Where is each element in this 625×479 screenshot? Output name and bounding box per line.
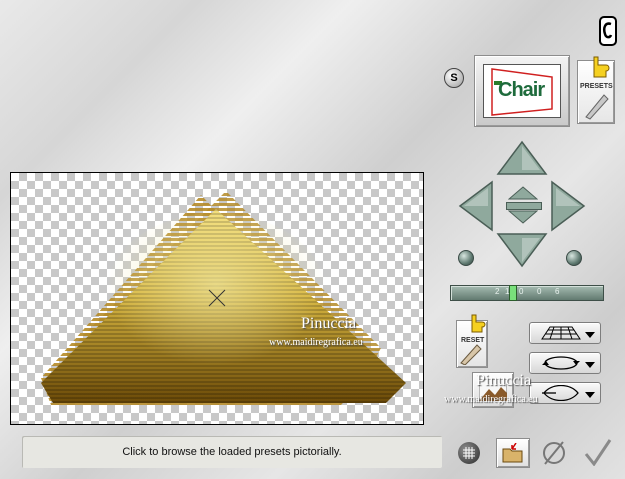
arrow-up-icon[interactable] <box>496 140 548 176</box>
flip-arrow-icon <box>542 385 579 401</box>
preset-thumbnail-frame: Chair <box>483 64 561 118</box>
cancel-icon[interactable] <box>541 440 567 466</box>
perspective-grid-icon <box>541 326 581 340</box>
preview-canvas[interactable]: Pinuccia www.maidiregrafica.eu <box>10 172 424 425</box>
arrow-right-icon[interactable] <box>550 180 586 232</box>
center-up-small-icon[interactable] <box>508 186 538 200</box>
preset-thumbnail-button[interactable]: Chair <box>474 55 570 127</box>
golden-pyramid-graphic <box>41 191 406 405</box>
watermark-url-2: www.maidiregrafica.eu <box>444 394 538 405</box>
grid-mode-dropdown[interactable] <box>529 322 601 344</box>
zoom-tick-4: 0 <box>537 287 542 296</box>
watermark-url: www.maidiregrafica.eu <box>269 337 363 348</box>
reset-button[interactable]: RESET <box>456 314 488 368</box>
pencil-eraser-icon <box>460 344 482 365</box>
rotate-ccw-icon[interactable] <box>458 250 474 266</box>
arrow-left-icon[interactable] <box>458 180 494 232</box>
preset-s-button[interactable]: S <box>444 68 464 88</box>
zoom-tick-1: 2 <box>495 287 500 296</box>
arrow-down-icon[interactable] <box>496 232 548 268</box>
rotate-cw-icon[interactable] <box>566 250 582 266</box>
folder-open-icon[interactable] <box>496 438 530 468</box>
center-bar-icon[interactable] <box>506 202 542 210</box>
checkmark-icon[interactable] <box>584 438 612 467</box>
s-label: S <box>450 72 458 84</box>
watermark-name: Pinuccia <box>301 315 357 332</box>
status-bar: Click to browse the loaded presets picto… <box>22 436 442 468</box>
chevron-down-icon <box>585 332 595 338</box>
chevron-down-icon <box>585 362 595 368</box>
rotate-mode-dropdown[interactable] <box>529 352 601 374</box>
pointing-hand-icon <box>593 56 610 78</box>
copyright-ear-icon[interactable] <box>599 16 617 46</box>
zoom-tick-3: 0 <box>519 287 524 296</box>
grid-icon[interactable] <box>458 442 480 464</box>
ellipse-arrows-icon <box>542 356 580 370</box>
presets-label: PRESETS <box>580 83 613 90</box>
status-text: Click to browse the loaded presets picto… <box>122 446 342 458</box>
zoom-tick-2: 1 <box>505 287 510 296</box>
chevron-down-icon <box>585 392 595 398</box>
zoom-slider[interactable]: 2 1 0 0 6 <box>450 285 604 301</box>
presets-button[interactable]: PRESETS <box>577 56 615 124</box>
center-down-small-icon[interactable] <box>508 210 538 224</box>
preset-preview-text: Chair <box>498 79 545 101</box>
zoom-tick-5: 6 <box>555 287 560 296</box>
pointing-hand-icon <box>471 314 486 333</box>
zoom-slider-thumb[interactable] <box>509 285 517 301</box>
watermark-name-2: Pinuccia <box>476 372 532 389</box>
pencil-icon <box>585 94 609 120</box>
flip-mode-dropdown[interactable] <box>529 382 601 404</box>
